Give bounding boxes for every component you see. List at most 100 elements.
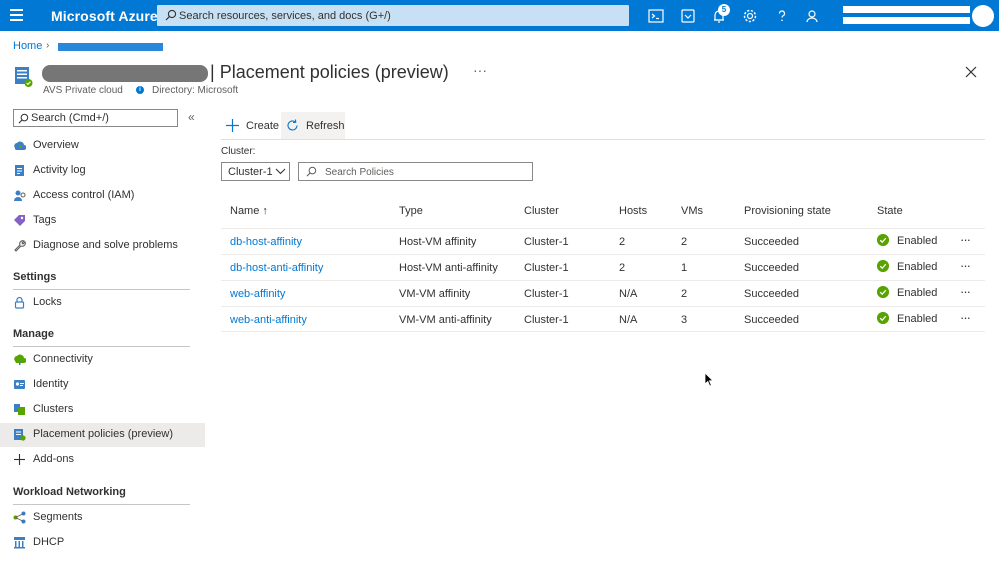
cluster-dropdown[interactable]: Cluster-1 — [221, 162, 290, 181]
more-options-button[interactable]: ··· — [473, 62, 487, 78]
chevron-down-icon — [275, 168, 286, 175]
column-header-hosts[interactable]: Hosts — [619, 205, 647, 217]
page-title: | Placement policies (preview) — [210, 62, 449, 82]
policy-provisioning-state: Succeeded — [744, 236, 800, 248]
section-workload-networking: Workload Networking — [13, 486, 126, 498]
row-more-button[interactable]: ··· — [960, 310, 971, 325]
clusters-icon — [14, 404, 25, 415]
plus-icon — [14, 454, 25, 465]
policy-name-link[interactable]: db-host-affinity — [230, 236, 302, 248]
account-directory-redacted[interactable] — [843, 17, 970, 24]
divider — [221, 280, 985, 281]
chevron-right-icon: › — [46, 40, 50, 51]
policy-vms: 2 — [681, 236, 688, 248]
plus-icon — [226, 119, 239, 132]
top-bar: Microsoft Azure 5 — [0, 0, 999, 31]
menu-icon[interactable] — [10, 9, 23, 21]
section-settings: Settings — [13, 271, 57, 283]
global-search[interactable] — [157, 5, 629, 26]
settings-icon[interactable] — [741, 7, 759, 25]
policy-name-link[interactable]: db-host-anti-affinity — [230, 262, 323, 274]
sidebar-item-placement-policies[interactable]: Placement policies (preview) — [0, 423, 205, 447]
dhcp-icon — [14, 537, 25, 549]
tag-icon — [14, 215, 25, 226]
sidebar-item-tags[interactable]: Tags — [0, 209, 205, 233]
policy-state: Enabled — [897, 235, 938, 247]
row-more-button[interactable]: ··· — [960, 284, 971, 299]
cluster-dropdown-value: Cluster-1 — [228, 166, 273, 178]
policy-name-link[interactable]: web-anti-affinity — [230, 314, 307, 326]
breadcrumb-home[interactable]: Home — [13, 40, 42, 52]
help-icon[interactable] — [773, 7, 791, 25]
cluster-label: Cluster: — [221, 146, 256, 157]
identity-icon — [14, 380, 25, 389]
sidebar-item-activity-log[interactable]: Activity log — [0, 159, 205, 183]
create-button[interactable]: Create — [226, 112, 279, 139]
sidebar-search[interactable] — [13, 109, 178, 127]
breadcrumb-resource-redacted[interactable] — [58, 43, 163, 51]
cloud-shell-icon[interactable] — [647, 7, 665, 25]
divider — [221, 331, 985, 332]
policy-name-link[interactable]: web-affinity — [230, 288, 285, 300]
policy-state: Enabled — [897, 287, 938, 299]
overview-icon — [14, 141, 26, 150]
policy-type: Host-VM affinity — [399, 236, 477, 248]
sidebar-item-clusters[interactable]: Clusters — [0, 398, 205, 422]
row-more-button[interactable]: ··· — [960, 258, 971, 273]
sidebar-search-input[interactable] — [31, 111, 171, 125]
brand-title[interactable]: Microsoft Azure — [51, 8, 158, 24]
directory-filter-icon[interactable] — [679, 7, 697, 25]
policy-type: VM-VM anti-affinity — [399, 314, 492, 326]
close-icon[interactable] — [964, 65, 978, 79]
column-header-cluster[interactable]: Cluster — [524, 205, 559, 217]
policy-type: VM-VM affinity — [399, 288, 471, 300]
collapse-sidebar-button[interactable]: « — [188, 110, 195, 124]
policy-search[interactable] — [298, 162, 533, 181]
lock-icon — [14, 296, 25, 309]
policy-search-input[interactable] — [325, 165, 525, 179]
sidebar-item-dhcp[interactable]: DHCP — [0, 531, 205, 555]
mouse-cursor-icon — [704, 372, 714, 387]
sidebar-item-locks[interactable]: Locks — [0, 291, 205, 315]
refresh-button[interactable]: Refresh — [286, 112, 345, 139]
sidebar-item-diagnose[interactable]: Diagnose and solve problems — [0, 234, 205, 258]
divider — [221, 228, 985, 229]
sidebar-item-iam[interactable]: Access control (IAM) — [0, 184, 205, 208]
sidebar-item-overview[interactable]: Overview — [0, 134, 205, 158]
search-icon — [165, 9, 177, 21]
policy-hosts: N/A — [619, 314, 638, 326]
divider — [13, 346, 190, 347]
divider — [221, 139, 985, 140]
sidebar-item-segments[interactable]: Segments — [0, 506, 205, 530]
policy-state: Enabled — [897, 261, 938, 273]
row-more-button[interactable]: ··· — [960, 232, 971, 247]
avs-private-cloud-icon — [15, 67, 33, 87]
policy-vms: 2 — [681, 288, 688, 300]
column-header-name[interactable]: Name ↑ — [230, 205, 268, 217]
search-icon — [18, 113, 29, 124]
policy-provisioning-state: Succeeded — [744, 288, 800, 300]
check-circle-icon — [877, 260, 889, 272]
column-header-vms[interactable]: VMs — [681, 205, 703, 217]
policy-cluster: Cluster-1 — [524, 236, 569, 248]
divider — [221, 254, 985, 255]
column-header-provisioning-state[interactable]: Provisioning state — [744, 205, 831, 217]
feedback-icon[interactable] — [804, 7, 822, 25]
column-header-state[interactable]: State — [877, 205, 903, 217]
sidebar-item-connectivity[interactable]: Connectivity — [0, 348, 205, 372]
policy-provisioning-state: Succeeded — [744, 262, 800, 274]
info-icon: i — [136, 86, 144, 94]
avatar[interactable] — [972, 5, 994, 27]
account-name-redacted[interactable] — [843, 6, 970, 13]
sidebar-item-identity[interactable]: Identity — [0, 373, 205, 397]
policy-provisioning-state: Succeeded — [744, 314, 800, 326]
column-header-type[interactable]: Type — [399, 205, 423, 217]
divider — [13, 289, 190, 290]
search-icon — [306, 166, 317, 177]
policy-cluster: Cluster-1 — [524, 288, 569, 300]
global-search-input[interactable] — [179, 7, 619, 24]
iam-icon — [14, 190, 26, 201]
policy-hosts: N/A — [619, 288, 638, 300]
placement-policies-icon — [14, 429, 26, 441]
sidebar-item-add-ons[interactable]: Add-ons — [0, 448, 205, 472]
